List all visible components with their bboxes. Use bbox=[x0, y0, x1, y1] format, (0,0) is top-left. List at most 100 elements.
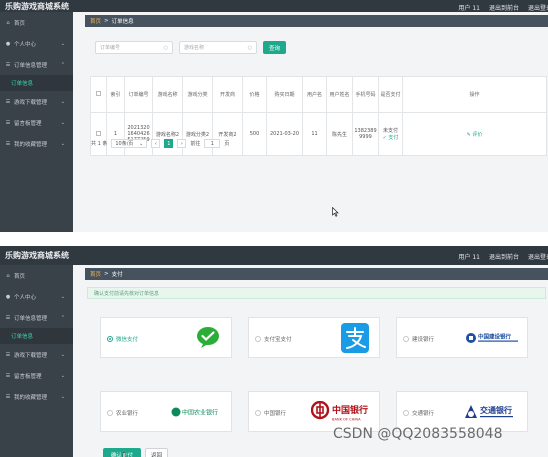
page-number-current[interactable]: 1 bbox=[164, 139, 174, 148]
top-nav: 用户 11 退出到前台 退出登录 bbox=[458, 3, 548, 12]
chevron-down-icon: ⌄ bbox=[139, 140, 144, 147]
top-nav-user[interactable]: 用户 11 bbox=[458, 3, 480, 12]
breadcrumb-home[interactable]: 首页 bbox=[90, 17, 101, 25]
top-nav: 用户 11 退出到前台 退出登录 bbox=[458, 252, 548, 261]
sidebar: ⌂ 首页 ● 个人中心 ⌄ ☰ 订单信息管理 ⌃ 订单信息 ☰ 游戏下载管理 ⌄ ☰ 留言板管理… bbox=[0, 12, 73, 232]
payment-option-alipay[interactable]: 支付宝支付 bbox=[248, 317, 380, 358]
sidebar-subitem-order-info[interactable]: 订单信息 bbox=[0, 328, 73, 344]
radio-button[interactable] bbox=[403, 410, 409, 416]
chevron-down-icon: ⌄ bbox=[60, 394, 65, 400]
payment-option-abc[interactable]: 农业银行 中国农业银行 bbox=[100, 391, 232, 432]
top-nav-logout[interactable]: 退出登录 bbox=[528, 3, 548, 12]
sidebar-item-downloads[interactable]: ☰ 游戏下载管理 ⌄ bbox=[0, 344, 73, 365]
chevron-down-icon: ⌄ bbox=[60, 141, 65, 147]
column-header[interactable]: 价格 bbox=[242, 76, 267, 113]
svg-text:交通银行: 交通银行 bbox=[480, 405, 512, 415]
svg-text:中国农业银行: 中国农业银行 bbox=[182, 409, 218, 417]
table-row: 1 2021320164042651772​59 游戏名称2 游戏分类2 开发商… bbox=[90, 112, 547, 156]
sidebar-item-home[interactable]: ⌂ 首页 bbox=[0, 265, 73, 286]
pagination: 共 1 条 10条/页 ⌄ ‹ 1 › 前往 1 页 bbox=[91, 139, 229, 148]
prev-page-button[interactable]: ‹ bbox=[151, 139, 161, 148]
payment-option-wechat[interactable]: 微信支付 bbox=[100, 317, 232, 358]
order-number-input[interactable]: 订单编号 ○ bbox=[95, 41, 173, 54]
search-bar: 订单编号 ○ 游戏名称 ○ 查询 bbox=[95, 41, 286, 54]
app-title: 乐购游戏商城系统 bbox=[5, 2, 69, 11]
column-header[interactable]: 是否支付 bbox=[378, 76, 403, 113]
page-size-select[interactable]: 10条/页 ⌄ bbox=[111, 139, 148, 148]
sidebar-item-downloads[interactable]: ☰ 游戏下载管理 ⌄ bbox=[0, 91, 73, 112]
top-nav-frontend[interactable]: 退出到前台 bbox=[489, 252, 519, 261]
breadcrumb-current: 订单信息 bbox=[111, 19, 134, 25]
list-icon: ☰ bbox=[5, 351, 11, 358]
edit-icon: ✎ bbox=[466, 131, 471, 138]
cell-phone: 13823899999 bbox=[352, 112, 379, 156]
column-header[interactable]: 游戏分类 bbox=[182, 76, 213, 113]
sidebar-subitem-order-info[interactable]: 订单信息 bbox=[0, 75, 73, 91]
cell-game-name: 游戏名称2 bbox=[152, 112, 183, 156]
column-header[interactable]: 开发商 bbox=[212, 76, 243, 113]
review-button[interactable]: ✎ 评价 bbox=[402, 112, 547, 156]
radio-button[interactable] bbox=[255, 410, 261, 416]
back-button[interactable]: 返回 bbox=[145, 448, 168, 457]
game-name-input[interactable]: 游戏名称 ○ bbox=[179, 41, 257, 54]
column-header[interactable]: 订单编号 bbox=[124, 76, 153, 113]
hand-cursor-icon bbox=[122, 452, 128, 457]
top-nav-frontend[interactable]: 退出到前台 bbox=[489, 3, 519, 12]
list-icon: ☰ bbox=[5, 140, 11, 147]
column-header[interactable]: 购买日期 bbox=[266, 76, 303, 113]
sidebar-item-profile[interactable]: ● 个人中心 ⌄ bbox=[0, 286, 73, 307]
user-icon: ● bbox=[5, 40, 11, 47]
sidebar-item-profile[interactable]: ● 个人中心 ⌄ bbox=[0, 33, 73, 54]
pay-link[interactable]: ✓ 支付 bbox=[380, 134, 401, 141]
column-header[interactable]: 用户名 bbox=[302, 76, 327, 113]
cell-category: 游戏分类2 bbox=[182, 112, 213, 156]
chevron-up-icon: ⌃ bbox=[60, 62, 65, 68]
sidebar-item-orders[interactable]: ☰ 订单信息管理 ⌃ bbox=[0, 54, 73, 75]
radio-button[interactable] bbox=[255, 336, 261, 342]
breadcrumb-home[interactable]: 首页 bbox=[90, 270, 101, 278]
column-header[interactable]: 游戏名称 bbox=[152, 76, 183, 113]
mouse-cursor-icon bbox=[332, 207, 339, 217]
goto-page-input[interactable]: 1 bbox=[204, 139, 221, 148]
watermark: CSDN @QQ2083558048 bbox=[333, 426, 503, 442]
sidebar-item-home[interactable]: ⌂ 首页 bbox=[0, 12, 73, 33]
list-icon: ☰ bbox=[5, 372, 11, 379]
top-bar: 乐购游戏商城系统 用户 11 退出到前台 退出登录 bbox=[0, 0, 548, 12]
chevron-down-icon: ⌄ bbox=[60, 294, 65, 300]
search-button[interactable]: 查询 bbox=[263, 41, 286, 54]
payment-option-ccb[interactable]: 建设银行 中国建设银行 bbox=[396, 317, 528, 358]
chevron-down-icon: ⌄ bbox=[60, 352, 65, 358]
search-icon: ○ bbox=[163, 44, 168, 51]
sidebar-item-orders[interactable]: ☰ 订单信息管理 ⌃ bbox=[0, 307, 73, 328]
sidebar: ⌂ 首页 ● 个人中心 ⌄ ☰ 订单信息管理 ⌃ 订单信息 ☰ 游戏下载管理 ⌄ ☰ 留言板管理… bbox=[0, 265, 73, 457]
column-header[interactable]: 手机号码 bbox=[352, 76, 379, 113]
main-content: 首页 > 订单信息 订单编号 ○ 游戏名称 ○ 查询 索引 订单编号 游戏名称 游戏… bbox=[73, 12, 548, 232]
sidebar-item-messages[interactable]: ☰ 留言板管理 ⌄ bbox=[0, 365, 73, 386]
row-checkbox[interactable] bbox=[96, 130, 101, 136]
wechat-pay-logo bbox=[197, 327, 219, 348]
sidebar-item-messages[interactable]: ☰ 留言板管理 ⌄ bbox=[0, 112, 73, 133]
radio-button[interactable] bbox=[403, 336, 409, 342]
sidebar-item-favorites[interactable]: ☰ 我的收藏管理 ⌄ bbox=[0, 386, 73, 407]
radio-button[interactable] bbox=[107, 410, 113, 416]
home-icon: ⌂ bbox=[6, 19, 10, 26]
boc-logo: 中国银行 BANK OF CHINA bbox=[311, 401, 368, 422]
cell-date: 2021-03-20 bbox=[266, 112, 303, 156]
top-nav-user[interactable]: 用户 11 bbox=[458, 252, 480, 261]
sidebar-item-favorites[interactable]: ☰ 我的收藏管理 ⌄ bbox=[0, 133, 73, 154]
top-bar: 乐购游戏商城系统 用户 11 退出到前台 退出登录 bbox=[0, 246, 548, 265]
next-page-button[interactable]: › bbox=[177, 139, 187, 148]
svg-text:BANK OF CHINA: BANK OF CHINA bbox=[332, 418, 361, 422]
chevron-down-icon: ⌄ bbox=[60, 41, 65, 47]
alipay-logo bbox=[341, 323, 369, 353]
svg-text:中国建设银行: 中国建设银行 bbox=[478, 333, 512, 341]
table-header-row: 索引 订单编号 游戏名称 游戏分类 开发商 价格 购买日期 用户名 用户姓名 手… bbox=[90, 76, 547, 113]
radio-button[interactable] bbox=[107, 336, 113, 342]
top-nav-logout[interactable]: 退出登录 bbox=[528, 252, 548, 261]
search-icon: ○ bbox=[247, 44, 252, 51]
column-header[interactable]: 用户姓名 bbox=[326, 76, 353, 113]
chevron-down-icon: ⌄ bbox=[60, 120, 65, 126]
cell-username: 11 bbox=[302, 112, 327, 156]
select-all-checkbox[interactable] bbox=[96, 91, 101, 96]
chevron-up-icon: ⌃ bbox=[60, 315, 65, 321]
